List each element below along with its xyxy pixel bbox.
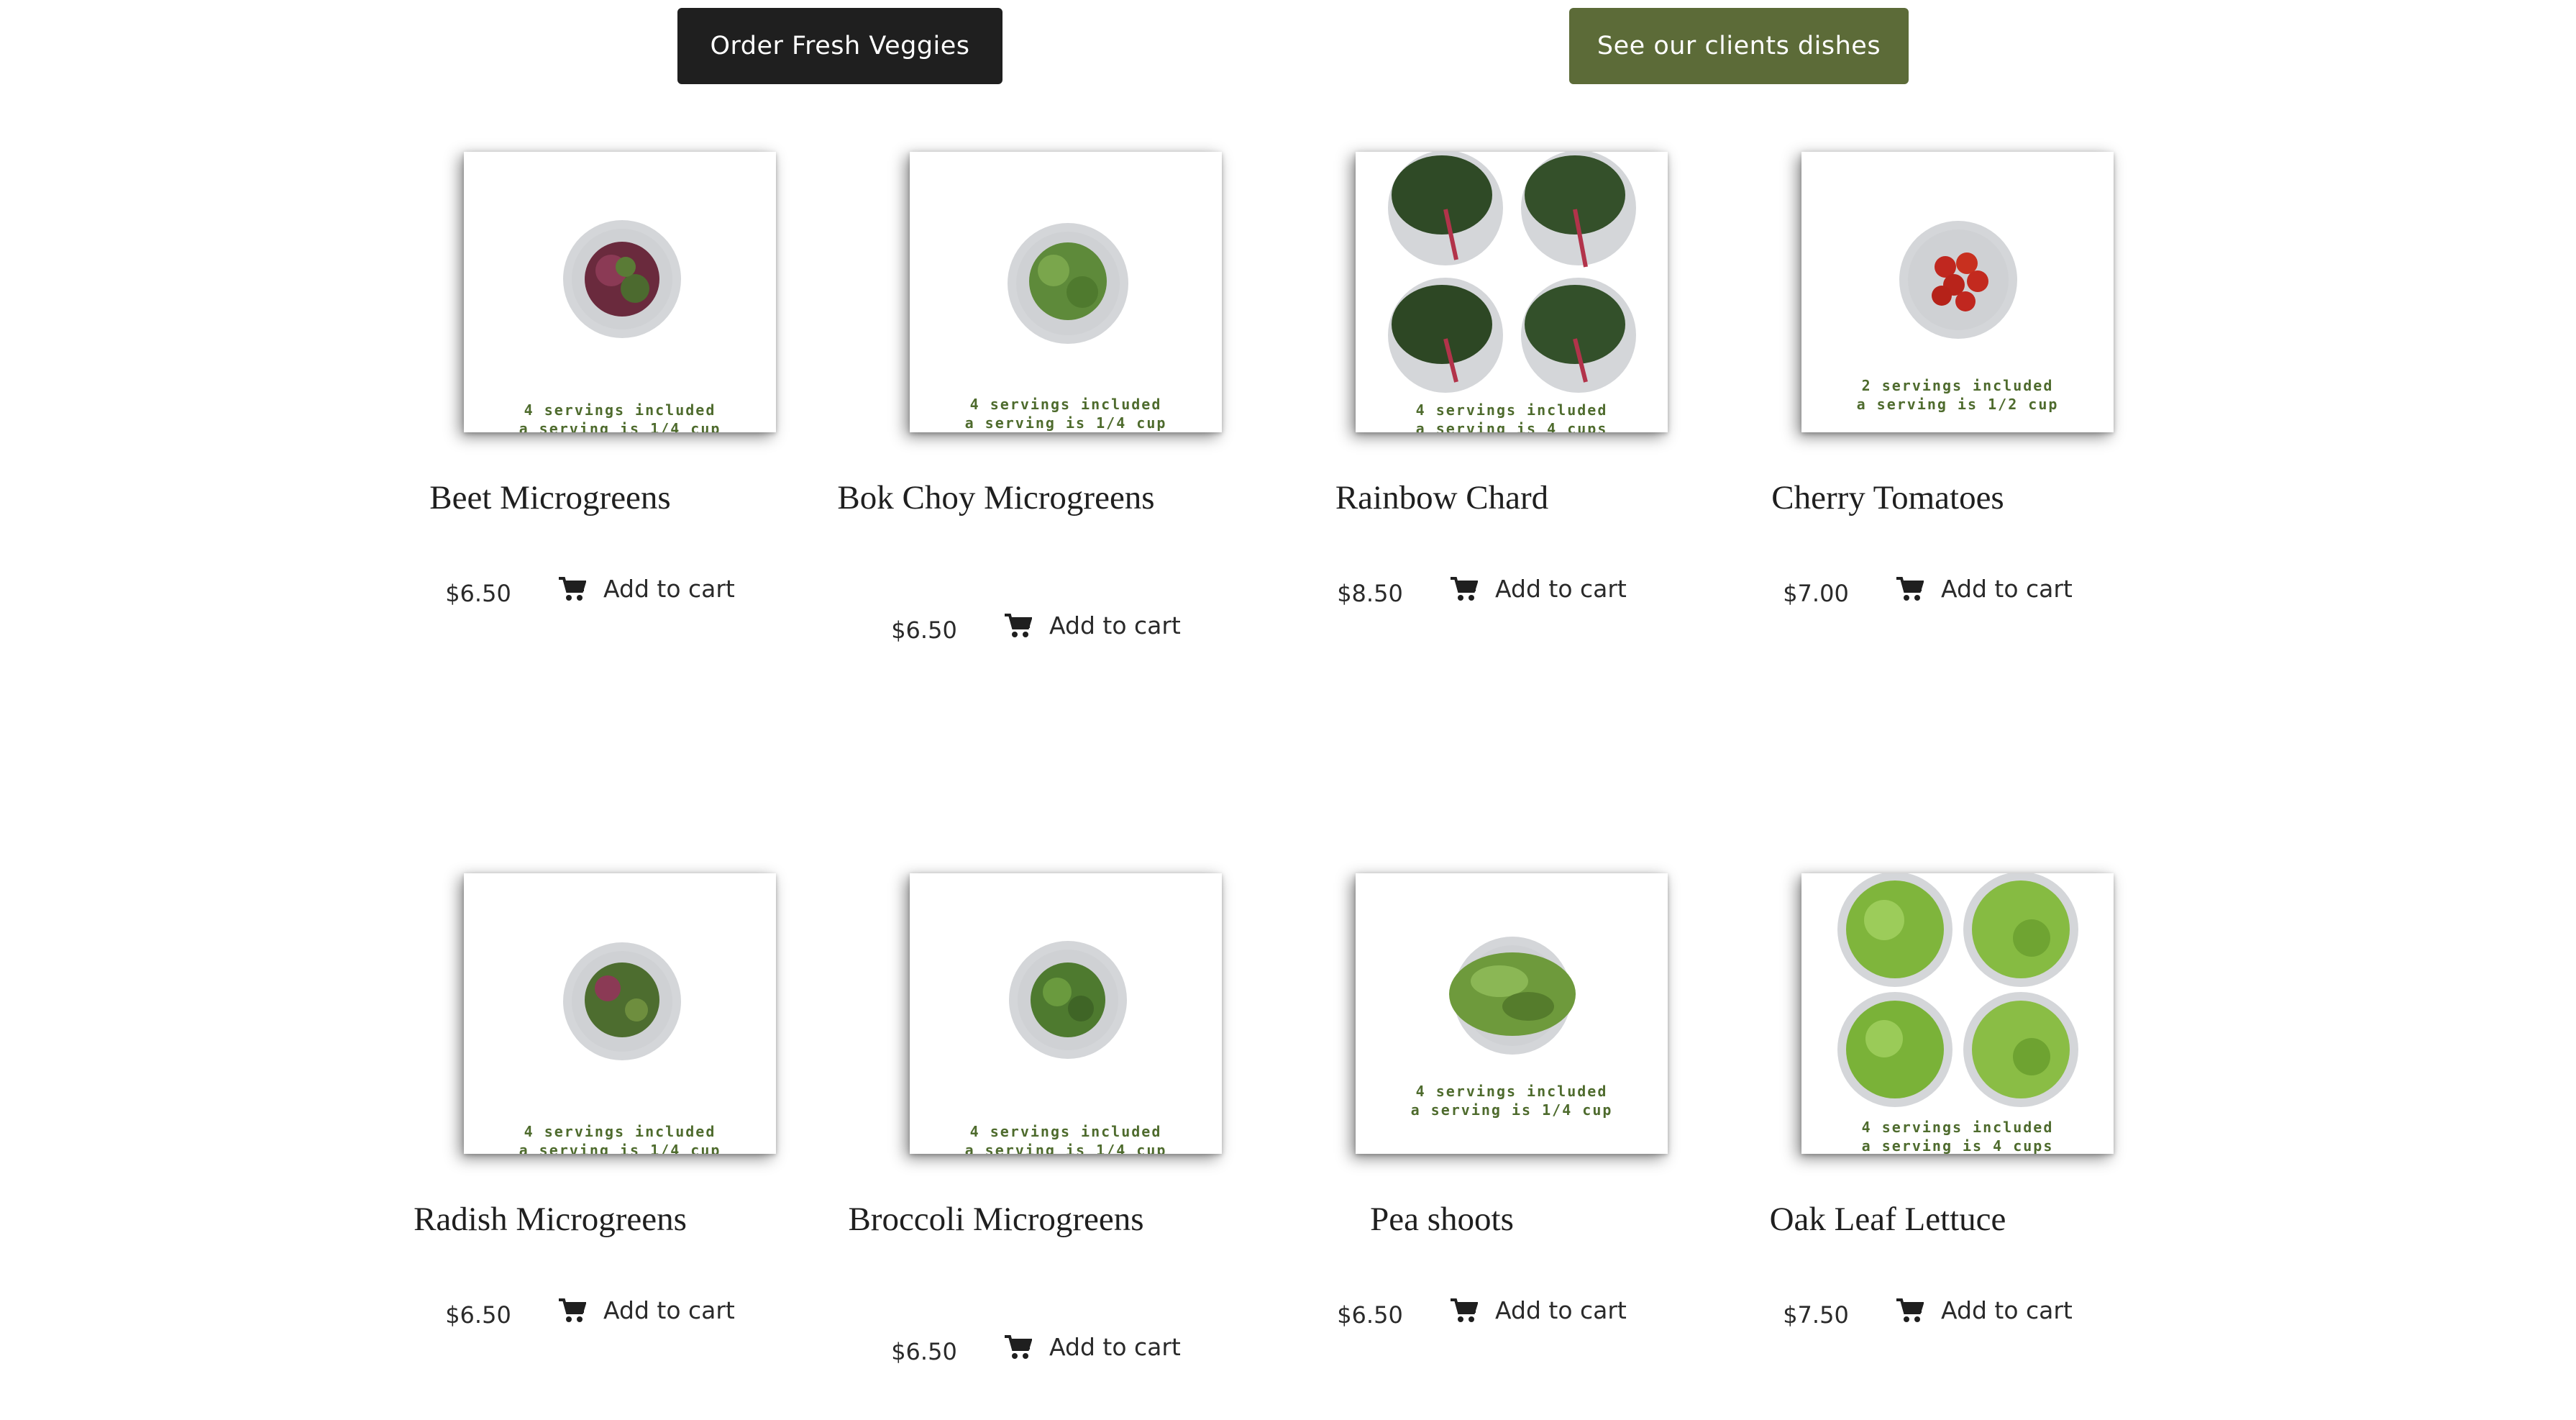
- product-card-rainbow-chard: 4 servings included a serving is 4 cups R…: [1219, 152, 1668, 698]
- order-fresh-veggies-button[interactable]: Order Fresh Veggies: [677, 8, 1002, 84]
- product-card-radish-microgreens: 4 servings included a serving is 1/4 cup …: [327, 873, 776, 1420]
- add-to-cart-button[interactable]: Add to cart: [1895, 1296, 2073, 1324]
- add-to-cart-button[interactable]: Add to cart: [557, 1296, 735, 1324]
- add-to-cart-label: Add to cart: [1941, 575, 2073, 603]
- product-title: Broccoli Microgreens: [848, 1201, 1144, 1238]
- add-to-cart-button[interactable]: Add to cart: [557, 575, 735, 603]
- serving-text: 4 servings included a serving is 4 cups: [1415, 401, 1608, 432]
- shopping-cart-icon: [1003, 613, 1032, 639]
- product-image-cherry-tomatoes[interactable]: 2 servings included a serving is 1/2 cup: [1801, 152, 2114, 432]
- product-title: Pea shoots: [1370, 1201, 1514, 1238]
- add-to-cart-label: Add to cart: [603, 575, 735, 603]
- product-price: $6.50: [445, 580, 511, 607]
- add-to-cart-button[interactable]: Add to cart: [1003, 1333, 1181, 1361]
- add-to-cart-button[interactable]: Add to cart: [1895, 575, 2073, 603]
- product-title: Beet Microgreens: [429, 479, 671, 516]
- product-title: Bok Choy Microgreens: [837, 479, 1155, 516]
- add-to-cart-label: Add to cart: [603, 1296, 735, 1324]
- shopping-cart-icon: [1895, 1298, 1924, 1324]
- shopping-cart-icon: [557, 576, 586, 602]
- product-image-rainbow-chard[interactable]: 4 servings included a serving is 4 cups: [1356, 152, 1668, 432]
- serving-text: 4 servings included a serving is 1/4 cup: [964, 396, 1167, 432]
- product-card-bok-choy-microgreens: 4 servings included a serving is 1/4 cup …: [773, 152, 1222, 698]
- product-price: $6.50: [445, 1301, 511, 1329]
- product-title: Radish Microgreens: [414, 1201, 687, 1238]
- product-card-beet-microgreens: 4 servings included a serving is 1/4 cup …: [327, 152, 776, 698]
- serving-text: 4 servings included a serving is 1/4 cup: [964, 1123, 1167, 1154]
- product-image-oak-leaf-lettuce[interactable]: 4 servings included a serving is 4 cups: [1801, 873, 2114, 1154]
- serving-text: 4 servings included a serving is 1/4 cup: [1410, 1083, 1613, 1119]
- shopping-cart-icon: [1003, 1334, 1032, 1360]
- product-image-broccoli-microgreens[interactable]: 4 servings included a serving is 1/4 cup: [910, 873, 1222, 1154]
- serving-text: 4 servings included a serving is 1/4 cup: [519, 1123, 721, 1154]
- shopping-cart-icon: [1895, 576, 1924, 602]
- serving-text: 2 servings included a serving is 1/2 cup: [1856, 377, 2059, 413]
- product-price: $6.50: [1337, 1301, 1403, 1329]
- product-price: $6.50: [891, 616, 957, 644]
- add-to-cart-button[interactable]: Add to cart: [1003, 611, 1181, 640]
- serving-text: 4 servings included a serving is 1/4 cup: [519, 401, 721, 432]
- product-card-pea-shoots: 4 servings included a serving is 1/4 cup …: [1219, 873, 1668, 1420]
- product-title: Oak Leaf Lettuce: [1769, 1201, 2006, 1238]
- product-price: $7.00: [1783, 580, 1849, 607]
- add-to-cart-button[interactable]: Add to cart: [1449, 575, 1627, 603]
- shopping-cart-icon: [557, 1298, 586, 1324]
- product-card-oak-leaf-lettuce: 4 servings included a serving is 4 cups O…: [1665, 873, 2114, 1420]
- add-to-cart-label: Add to cart: [1495, 575, 1627, 603]
- add-to-cart-button[interactable]: Add to cart: [1449, 1296, 1627, 1324]
- product-price: $6.50: [891, 1338, 957, 1365]
- shopping-cart-icon: [1449, 576, 1478, 602]
- product-card-cherry-tomatoes: 2 servings included a serving is 1/2 cup …: [1665, 152, 2114, 698]
- product-price: $7.50: [1783, 1301, 1849, 1329]
- add-to-cart-label: Add to cart: [1049, 1333, 1181, 1361]
- product-title: Cherry Tomatoes: [1771, 479, 2004, 516]
- product-image-bok-choy-microgreens[interactable]: 4 servings included a serving is 1/4 cup: [910, 152, 1222, 432]
- product-card-broccoli-microgreens: 4 servings included a serving is 1/4 cup …: [773, 873, 1222, 1420]
- product-image-beet-microgreens[interactable]: 4 servings included a serving is 1/4 cup: [464, 152, 776, 432]
- product-title: Rainbow Chard: [1335, 479, 1549, 516]
- serving-text: 4 servings included a serving is 4 cups: [1861, 1119, 2054, 1154]
- product-image-radish-microgreens[interactable]: 4 servings included a serving is 1/4 cup: [464, 873, 776, 1154]
- product-image-pea-shoots[interactable]: 4 servings included a serving is 1/4 cup: [1356, 873, 1668, 1154]
- add-to-cart-label: Add to cart: [1495, 1296, 1627, 1324]
- product-price: $8.50: [1337, 580, 1403, 607]
- shopping-cart-icon: [1449, 1298, 1478, 1324]
- see-clients-dishes-button[interactable]: See our clients dishes: [1569, 8, 1909, 84]
- add-to-cart-label: Add to cart: [1049, 611, 1181, 640]
- add-to-cart-label: Add to cart: [1941, 1296, 2073, 1324]
